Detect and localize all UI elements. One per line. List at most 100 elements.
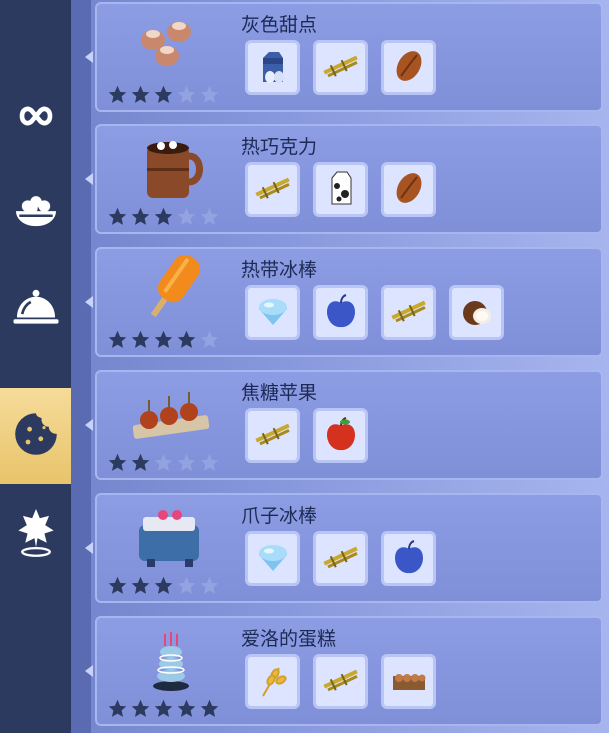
star-filled-icon <box>199 698 220 723</box>
sidebar-tab-serving-cloche[interactable] <box>0 262 71 358</box>
star-filled-icon <box>176 329 197 354</box>
card-pointer <box>85 419 93 431</box>
ingredient-slot[interactable] <box>245 408 300 463</box>
caramel-apples-image <box>125 378 217 448</box>
recipe-name: 焦糖苹果 <box>241 382 318 404</box>
wheat-icon <box>253 660 293 704</box>
serving-cloche-icon <box>10 286 62 334</box>
star-filled-icon <box>107 452 128 477</box>
ingredient-list <box>245 531 436 586</box>
cocoa-bean-icon <box>389 46 429 90</box>
star-filled-icon <box>176 698 197 723</box>
recipe-card[interactable]: 热巧克力 <box>85 124 603 234</box>
card-pointer <box>85 542 93 554</box>
sidebar-tab-cookie[interactable] <box>0 388 71 484</box>
star-filled-icon <box>153 206 174 231</box>
salad-bowl-icon <box>11 191 61 237</box>
star-filled-icon <box>130 206 151 231</box>
milk-carton-icon <box>321 168 361 212</box>
sidebar-tab-infinity[interactable] <box>0 70 71 166</box>
ingredient-slot[interactable] <box>245 531 300 586</box>
star-filled-icon <box>130 698 151 723</box>
ingredient-slot[interactable] <box>381 531 436 586</box>
star-rating <box>107 452 220 477</box>
star-rating <box>107 575 220 600</box>
ingredient-slot[interactable] <box>381 285 436 340</box>
ingredient-slot[interactable] <box>245 654 300 709</box>
sidebar-tab-star-location[interactable] <box>0 486 71 582</box>
star-empty-icon <box>199 575 220 600</box>
ingredient-slot[interactable] <box>245 285 300 340</box>
ingredient-slot[interactable] <box>381 162 436 217</box>
sugarcane-icon <box>321 46 361 90</box>
recipe-card[interactable]: 热带冰棒 <box>85 247 603 357</box>
ingredient-list <box>245 408 368 463</box>
star-filled-icon <box>130 84 151 109</box>
recipe-name: 爱洛的蛋糕 <box>241 628 337 650</box>
star-filled-icon <box>153 329 174 354</box>
star-empty-icon <box>176 84 197 109</box>
ingredient-slot[interactable] <box>313 285 368 340</box>
card-pointer <box>85 665 93 677</box>
card-pointer <box>85 51 93 63</box>
ingredient-slot[interactable] <box>381 40 436 95</box>
ingredient-list <box>245 162 436 217</box>
ingredient-list <box>245 285 504 340</box>
star-rating <box>107 84 220 109</box>
star-filled-icon <box>107 329 128 354</box>
blue-apple-icon <box>321 291 361 335</box>
coconut-icon <box>457 291 497 335</box>
star-filled-icon <box>107 575 128 600</box>
sidebar-tab-salad-bowl[interactable] <box>0 166 71 262</box>
star-filled-icon <box>130 452 151 477</box>
ingredient-list <box>245 654 436 709</box>
recipe-card[interactable]: 爱洛的蛋糕 <box>85 616 603 726</box>
paw-popsicle-cooler-image <box>125 501 217 571</box>
star-empty-icon <box>176 206 197 231</box>
star-location-icon <box>13 507 59 561</box>
ice-icon <box>253 291 293 335</box>
recipe-name: 热巧克力 <box>241 136 318 158</box>
recipe-name: 热带冰棒 <box>241 259 318 281</box>
star-empty-icon <box>176 575 197 600</box>
ingredient-slot[interactable] <box>313 40 368 95</box>
ingredient-slot[interactable] <box>313 162 368 217</box>
gray-dessert-dish-image <box>125 10 217 80</box>
ingredient-slot[interactable] <box>313 531 368 586</box>
recipe-card[interactable]: 焦糖苹果 <box>85 370 603 480</box>
recipe-name: 爪子冰棒 <box>241 505 318 527</box>
egg-crate-icon <box>389 660 429 704</box>
star-empty-icon <box>199 452 220 477</box>
ingredient-slot[interactable] <box>313 408 368 463</box>
sugarcane-icon <box>253 168 293 212</box>
star-filled-icon <box>153 698 174 723</box>
layered-cake-image <box>125 624 217 694</box>
ingredient-slot[interactable] <box>313 654 368 709</box>
sugarcane-icon <box>321 660 361 704</box>
recipe-card[interactable]: 爪子冰棒 <box>85 493 603 603</box>
star-filled-icon <box>107 698 128 723</box>
sugarcane-icon <box>389 291 429 335</box>
ingredient-slot[interactable] <box>381 654 436 709</box>
orange-popsicle-image <box>125 254 217 325</box>
star-filled-icon <box>107 206 128 231</box>
ice-icon <box>253 537 293 581</box>
recipe-card[interactable]: 灰色甜点 <box>85 2 603 112</box>
ingredient-slot[interactable] <box>245 162 300 217</box>
star-rating <box>107 206 220 231</box>
star-empty-icon <box>199 206 220 231</box>
star-filled-icon <box>107 84 128 109</box>
sugarcane-icon <box>321 537 361 581</box>
milk-carton-eggs-icon <box>253 46 293 90</box>
cocoa-bean-icon <box>389 168 429 212</box>
ingredient-slot[interactable] <box>449 285 504 340</box>
star-rating <box>107 329 220 354</box>
sidebar-divider <box>71 0 91 733</box>
star-filled-icon <box>130 329 151 354</box>
infinity-icon <box>8 102 64 134</box>
hot-chocolate-mug-image <box>125 132 217 202</box>
ingredient-slot[interactable] <box>245 40 300 95</box>
star-empty-icon <box>199 84 220 109</box>
sugarcane-icon <box>253 414 293 458</box>
ingredient-list <box>245 40 436 95</box>
